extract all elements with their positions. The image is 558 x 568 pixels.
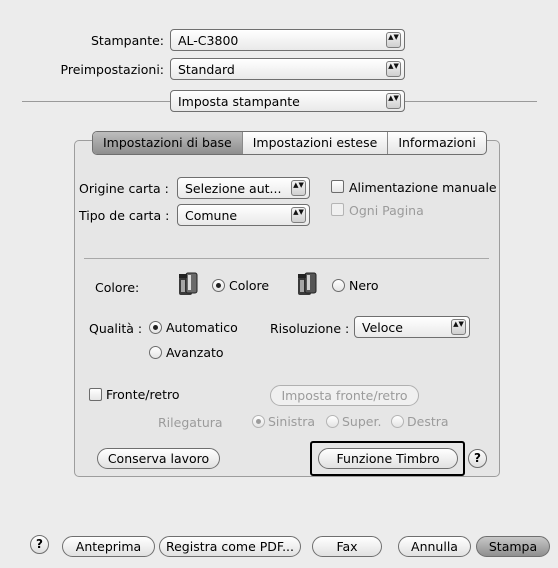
tab-basic-settings[interactable]: Impostazioni di base	[93, 132, 243, 154]
quality-auto-label: Automatico	[166, 320, 238, 335]
color-option-label: Colore	[229, 278, 270, 293]
binding-right-radio[interactable]	[391, 415, 404, 428]
paper-type-select[interactable]: Comune ▲▼	[177, 204, 310, 226]
watermark-button[interactable]: Funzione Timbro	[318, 448, 458, 469]
duplex-checkbox[interactable]	[89, 388, 102, 401]
presets-select[interactable]: Standard ▲▼	[170, 58, 405, 80]
manual-feed-label: Alimentazione manuale	[349, 180, 497, 195]
binding-left-radio[interactable]	[252, 415, 265, 428]
tab-bar: Impostazioni di base Impostazioni estese…	[92, 131, 487, 155]
popup-arrows-icon: ▲▼	[386, 93, 401, 109]
cancel-button[interactable]: Annulla	[398, 536, 471, 557]
popup-arrows-icon: ▲▼	[451, 319, 466, 335]
quality-advanced-label: Avanzato	[166, 345, 224, 360]
paper-source-label: Origine carta :	[79, 181, 169, 196]
help-icon[interactable]: ?	[468, 449, 487, 468]
manual-feed-checkbox[interactable]	[331, 180, 344, 193]
resolution-select[interactable]: Veloce ▲▼	[354, 316, 470, 338]
duplex-label: Fronte/retro	[106, 387, 180, 402]
paper-source-value: Selezione aut...	[185, 181, 282, 196]
printer-label: Stampante:	[91, 33, 164, 48]
presets-label: Preimpostazioni:	[60, 62, 164, 77]
fax-button[interactable]: Fax	[312, 536, 382, 557]
divider	[405, 101, 537, 102]
paper-type-value: Comune	[185, 208, 238, 223]
binding-left-label: Sinistra	[268, 414, 316, 429]
binding-top-radio[interactable]	[326, 415, 339, 428]
save-pdf-button[interactable]: Registra come PDF...	[159, 536, 301, 557]
color-label: Colore:	[95, 280, 140, 295]
pane-select[interactable]: Imposta stampante ▲▼	[170, 90, 405, 112]
popup-arrows-icon: ▲▼	[291, 180, 306, 196]
color-ink-icon	[179, 272, 198, 295]
tab-extended-settings[interactable]: Impostazioni estese	[243, 132, 389, 154]
binding-top-label: Super.	[342, 414, 382, 429]
resolution-label: Risoluzione :	[270, 321, 350, 336]
each-page-label: Ogni Pagina	[349, 203, 424, 218]
binding-right-label: Destra	[407, 414, 449, 429]
each-page-checkbox[interactable]	[331, 203, 344, 216]
black-option-label: Nero	[349, 278, 379, 293]
printer-select[interactable]: AL-C3800 ▲▼	[170, 29, 405, 51]
tab-information[interactable]: Informazioni	[388, 132, 486, 154]
popup-arrows-icon: ▲▼	[386, 61, 401, 77]
preview-button[interactable]: Anteprima	[62, 536, 155, 557]
help-icon[interactable]: ?	[30, 535, 49, 554]
paper-source-select[interactable]: Selezione aut... ▲▼	[177, 177, 310, 199]
quality-advanced-radio[interactable]	[149, 346, 162, 359]
hold-job-button[interactable]: Conserva lavoro	[97, 448, 220, 469]
resolution-value: Veloce	[362, 320, 403, 335]
popup-arrows-icon: ▲▼	[291, 207, 306, 223]
black-ink-icon	[298, 272, 317, 295]
duplex-settings-button[interactable]: Imposta fronte/retro	[270, 385, 419, 406]
divider	[22, 101, 170, 102]
quality-auto-radio[interactable]	[149, 321, 162, 334]
binding-label: Rilegatura	[158, 415, 223, 430]
paper-type-label: Tipo de carta :	[79, 208, 170, 223]
printer-value: AL-C3800	[178, 33, 239, 48]
black-radio[interactable]	[332, 279, 345, 292]
pane-value: Imposta stampante	[178, 94, 300, 109]
quality-label: Qualità :	[89, 321, 143, 336]
presets-value: Standard	[178, 62, 235, 77]
color-radio[interactable]	[212, 279, 225, 292]
popup-arrows-icon: ▲▼	[386, 32, 401, 48]
print-button[interactable]: Stampa	[476, 536, 550, 557]
divider	[84, 258, 489, 259]
